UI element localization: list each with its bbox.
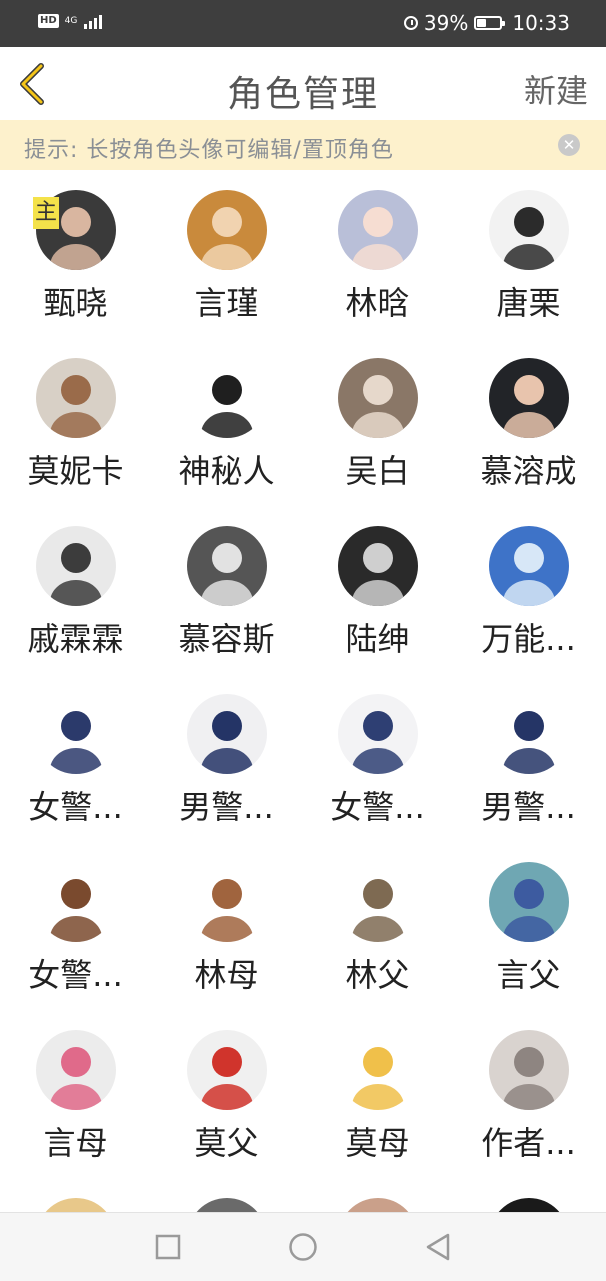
character-avatar[interactable] bbox=[36, 862, 116, 942]
character-name: 林母 bbox=[194, 956, 259, 994]
square-recents-icon bbox=[155, 1234, 181, 1260]
character-item[interactable]: 男警... bbox=[151, 674, 302, 842]
network-type: 4G bbox=[64, 15, 78, 26]
character-avatar[interactable] bbox=[489, 190, 569, 270]
new-button[interactable]: 新建 bbox=[524, 66, 588, 112]
character-avatar[interactable] bbox=[338, 526, 418, 606]
character-avatar[interactable] bbox=[187, 694, 267, 774]
character-name: 言瑾 bbox=[194, 284, 259, 322]
character-name: 女警... bbox=[28, 788, 123, 826]
character-avatar[interactable] bbox=[338, 694, 418, 774]
character-avatar[interactable] bbox=[187, 358, 267, 438]
character-name: 林晗 bbox=[345, 284, 410, 322]
recents-button[interactable] bbox=[152, 1231, 184, 1263]
character-item[interactable]: 慕溶成 bbox=[453, 338, 604, 506]
character-avatar[interactable] bbox=[187, 1030, 267, 1110]
character-item[interactable]: 女警... bbox=[302, 674, 453, 842]
character-avatar[interactable] bbox=[489, 526, 569, 606]
home-button[interactable] bbox=[287, 1231, 319, 1263]
character-avatar[interactable] bbox=[489, 694, 569, 774]
character-name: 林父 bbox=[345, 956, 410, 994]
character-avatar[interactable] bbox=[36, 1030, 116, 1110]
character-avatar[interactable] bbox=[489, 1030, 569, 1110]
character-item[interactable]: 林晗 bbox=[302, 170, 453, 338]
back-button[interactable] bbox=[14, 61, 50, 107]
character-item[interactable]: 戚霖霖 bbox=[0, 506, 151, 674]
alarm-icon bbox=[403, 16, 418, 30]
character-avatar[interactable] bbox=[36, 358, 116, 438]
character-name: 慕溶成 bbox=[480, 452, 577, 490]
character-name: 莫妮卡 bbox=[27, 452, 124, 490]
character-avatar[interactable] bbox=[187, 190, 267, 270]
character-item[interactable]: 言母 bbox=[0, 1010, 151, 1178]
character-avatar[interactable] bbox=[338, 1030, 418, 1110]
character-item[interactable]: 林母 bbox=[151, 842, 302, 1010]
app-header: 角色管理 新建 bbox=[0, 47, 606, 120]
status-right: 39% 10:33 bbox=[403, 11, 570, 35]
character-item[interactable]: 作者... bbox=[453, 1010, 604, 1178]
character-name: 甄晓 bbox=[43, 284, 108, 322]
battery-icon bbox=[474, 16, 506, 30]
character-avatar[interactable] bbox=[489, 358, 569, 438]
character-name: 慕容斯 bbox=[178, 620, 275, 658]
clock: 10:33 bbox=[512, 11, 570, 35]
character-avatar[interactable] bbox=[489, 862, 569, 942]
character-name: 神秘人 bbox=[178, 452, 275, 490]
character-item[interactable]: 万能... bbox=[453, 506, 604, 674]
triangle-back-icon bbox=[426, 1233, 450, 1261]
character-item[interactable]: 莫母 bbox=[302, 1010, 453, 1178]
tip-text: 提示: 长按角色头像可编辑/置顶角色 bbox=[24, 138, 394, 163]
character-name: 莫母 bbox=[345, 1124, 410, 1162]
character-name: 唐栗 bbox=[496, 284, 561, 322]
character-name: 言母 bbox=[43, 1124, 108, 1162]
system-nav-bar bbox=[0, 1212, 606, 1281]
character-item[interactable]: 主甄晓 bbox=[0, 170, 151, 338]
character-item[interactable]: 女警... bbox=[0, 674, 151, 842]
character-name: 作者... bbox=[481, 1124, 576, 1162]
hd-badge: HD bbox=[38, 14, 59, 28]
character-name: 男警... bbox=[179, 788, 274, 826]
character-item[interactable]: 林父 bbox=[302, 842, 453, 1010]
character-name: 言父 bbox=[496, 956, 561, 994]
character-item[interactable]: 莫父 bbox=[151, 1010, 302, 1178]
character-avatar[interactable] bbox=[187, 526, 267, 606]
character-name: 女警... bbox=[28, 956, 123, 994]
character-avatar[interactable] bbox=[338, 190, 418, 270]
character-name: 戚霖霖 bbox=[27, 620, 124, 658]
battery-percent: 39% bbox=[423, 11, 469, 35]
status-bar: HD 4G 39% 10:33 bbox=[0, 0, 606, 47]
character-item[interactable]: 唐栗 bbox=[453, 170, 604, 338]
character-name: 男警... bbox=[481, 788, 576, 826]
character-avatar[interactable] bbox=[36, 694, 116, 774]
signal-icon bbox=[84, 13, 103, 29]
page-title: 角色管理 bbox=[226, 74, 379, 115]
character-item[interactable]: 言瑾 bbox=[151, 170, 302, 338]
back-nav-button[interactable] bbox=[422, 1231, 454, 1263]
circle-home-icon bbox=[289, 1233, 317, 1261]
character-item[interactable]: 莫妮卡 bbox=[0, 338, 151, 506]
character-name: 吴白 bbox=[345, 452, 410, 490]
main-role-badge: 主 bbox=[33, 197, 60, 229]
character-avatar[interactable] bbox=[338, 862, 418, 942]
character-name: 女警... bbox=[330, 788, 425, 826]
character-item[interactable]: 慕容斯 bbox=[151, 506, 302, 674]
character-item[interactable]: 神秘人 bbox=[151, 338, 302, 506]
character-name: 陆绅 bbox=[345, 620, 410, 658]
character-item[interactable]: 女警... bbox=[0, 842, 151, 1010]
character-avatar[interactable] bbox=[36, 526, 116, 606]
tip-banner: 提示: 长按角色头像可编辑/置顶角色 ✕ bbox=[0, 120, 606, 170]
character-name: 万能... bbox=[481, 620, 576, 658]
chevron-left-icon bbox=[20, 63, 44, 105]
character-item[interactable]: 男警... bbox=[453, 674, 604, 842]
status-left: HD 4G bbox=[38, 13, 103, 29]
close-icon[interactable]: ✕ bbox=[558, 134, 580, 156]
character-avatar[interactable] bbox=[338, 358, 418, 438]
character-name: 莫父 bbox=[194, 1124, 259, 1162]
character-avatar[interactable] bbox=[187, 862, 267, 942]
character-item[interactable]: 言父 bbox=[453, 842, 604, 1010]
character-item[interactable]: 吴白 bbox=[302, 338, 453, 506]
character-item[interactable]: 陆绅 bbox=[302, 506, 453, 674]
